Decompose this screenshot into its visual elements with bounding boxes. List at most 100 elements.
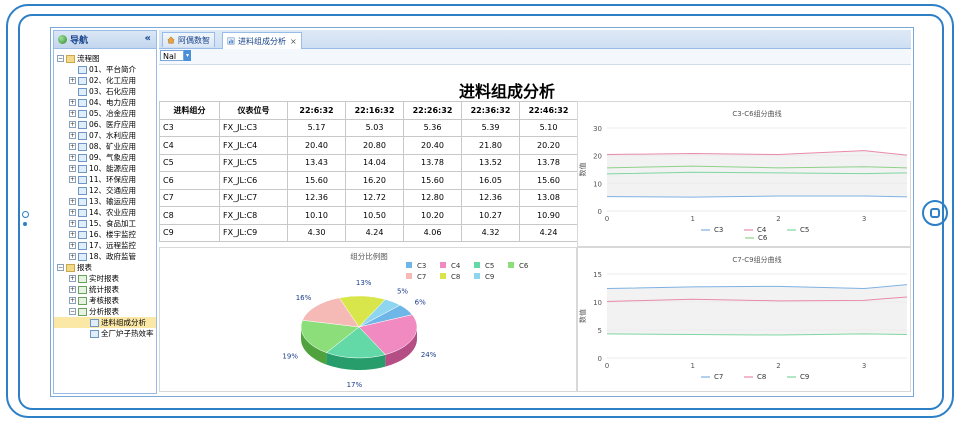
folder-icon (66, 54, 75, 63)
y-tick-label: 10 (593, 299, 602, 307)
expand-toggle-icon[interactable]: + (69, 110, 76, 117)
tree-node[interactable]: 03、石化应用 (54, 86, 156, 97)
table-cell: C8 (159, 206, 220, 225)
expand-toggle-icon[interactable]: + (69, 198, 76, 205)
tree-node[interactable]: 进料组成分析 (54, 317, 156, 328)
report-area: 进料组成分析 进料组分 仪表位号 22:6:32 22:16:32 22:26:… (159, 65, 911, 392)
expand-toggle-icon[interactable]: + (69, 143, 76, 150)
close-icon[interactable]: × (290, 37, 297, 46)
tree-node-label: 15、食品加工 (89, 219, 137, 228)
chart-icon (78, 98, 87, 107)
tree-node[interactable]: + 考核报表 (54, 295, 156, 306)
tree-node-label: 17、远程监控 (89, 241, 137, 250)
report-title: 进料组成分析 (459, 82, 556, 101)
tree-node[interactable]: + 实时报表 (54, 273, 156, 284)
tree-node[interactable]: +10、能源应用 (54, 163, 156, 174)
table-cell: 21.80 (461, 136, 520, 155)
tree-node[interactable]: +15、食品加工 (54, 218, 156, 229)
tree-node-label: 08、矿业应用 (89, 142, 137, 151)
series-band (607, 284, 907, 336)
expand-toggle-icon[interactable]: + (69, 286, 76, 293)
expand-toggle-icon[interactable]: + (69, 242, 76, 249)
tree-node-label: 进料组成分析 (101, 318, 146, 327)
chart-icon (78, 65, 87, 74)
table-cell: 20.40 (403, 136, 462, 155)
table-cell: 10.50 (345, 206, 404, 225)
expand-toggle-icon[interactable]: + (69, 209, 76, 216)
pie-value-label: 16% (296, 294, 312, 302)
report-icon (227, 37, 235, 45)
x-tick-label: 2 (776, 215, 780, 223)
table-cell: FX_JL:C9 (219, 223, 288, 242)
expand-toggle-icon[interactable]: + (69, 253, 76, 260)
tree-node[interactable]: − 报表 (54, 262, 156, 273)
expand-toggle-icon[interactable]: + (69, 154, 76, 161)
table-cell: 12.80 (403, 188, 462, 207)
home-icon (167, 36, 175, 44)
tree-node[interactable]: +18、政府监管 (54, 251, 156, 262)
feed-composition-table: 进料组分 仪表位号 22:6:32 22:16:32 22:26:32 22:3… (159, 101, 578, 242)
x-tick-label: 0 (605, 362, 609, 370)
table-cell: 4.06 (403, 223, 462, 242)
tree-node[interactable]: +04、电力应用 (54, 97, 156, 108)
tree-node[interactable]: +08、矿业应用 (54, 141, 156, 152)
tab-feed-analysis[interactable]: 进料组成分析 × (222, 32, 302, 49)
expand-toggle-icon[interactable]: + (69, 275, 76, 282)
format-select[interactable]: Nal (160, 50, 184, 61)
tree-node[interactable]: +05、冶金应用 (54, 108, 156, 119)
table-row: C5 FX_JL:C5 13.43 14.04 13.78 13.52 13.78 (159, 153, 578, 172)
home-button-icon[interactable] (922, 200, 948, 226)
tree-node-label: 11、环保应用 (89, 175, 137, 184)
tree-node[interactable]: +11、环保应用 (54, 174, 156, 185)
tree-node[interactable]: 01、平台简介 (54, 64, 156, 75)
tree-node[interactable]: +17、远程监控 (54, 240, 156, 251)
collapse-toggle-icon[interactable]: − (57, 55, 64, 62)
table-cell: FX_JL:C4 (219, 136, 288, 155)
expand-toggle-icon[interactable]: + (69, 132, 76, 139)
tree-node[interactable]: +09、气象应用 (54, 152, 156, 163)
collapse-toggle-icon[interactable]: − (57, 264, 64, 271)
x-tick-label: 1 (690, 215, 694, 223)
chevron-down-icon[interactable]: ▾ (184, 50, 191, 61)
tree-node[interactable]: +07、水利应用 (54, 130, 156, 141)
expand-toggle-icon[interactable]: + (69, 220, 76, 227)
tree-node[interactable]: +16、楼宇监控 (54, 229, 156, 240)
chart-icon (78, 197, 87, 206)
y-tick-label: 30 (593, 125, 602, 133)
expand-toggle-icon[interactable]: + (69, 176, 76, 183)
expand-toggle-icon[interactable]: + (69, 231, 76, 238)
tree-node[interactable]: +14、农业应用 (54, 207, 156, 218)
collapse-icon[interactable]: « (145, 33, 151, 44)
tree-node[interactable]: − 流程图 (54, 53, 156, 64)
tree-node[interactable]: − 分析报表 (54, 306, 156, 317)
table-row: C4 FX_JL:C4 20.40 20.80 20.40 21.80 20.20 (159, 136, 578, 155)
pie-value-label: 5% (397, 288, 408, 296)
collapse-toggle-icon[interactable]: − (69, 308, 76, 315)
tree-node[interactable]: +13、输运应用 (54, 196, 156, 207)
expand-toggle-icon[interactable]: + (69, 99, 76, 106)
tree-node[interactable]: +06、医疗应用 (54, 119, 156, 130)
tab-home[interactable]: 阿偶数智 (162, 32, 215, 47)
tree-node[interactable]: +02、化工应用 (54, 75, 156, 86)
table-cell: 20.80 (345, 136, 404, 155)
chart-icon (78, 241, 87, 250)
table-cell: 5.39 (461, 118, 520, 137)
chart-icon (78, 142, 87, 151)
expand-toggle-icon[interactable]: + (69, 121, 76, 128)
tree-node[interactable]: 12、交通应用 (54, 185, 156, 196)
expand-toggle-icon[interactable]: + (69, 77, 76, 84)
chart-icon (78, 109, 87, 118)
table-cell: 12.36 (461, 188, 520, 207)
tree-node[interactable]: + 统计报表 (54, 284, 156, 295)
tree-node-label: 02、化工应用 (89, 76, 137, 85)
tree-node[interactable]: 全厂炉子热效率 (54, 328, 156, 339)
expand-toggle-icon[interactable]: + (69, 297, 76, 304)
table-cell: 4.32 (461, 223, 520, 242)
line-chart-c7-c9: C7-C9组分曲线 0 5 10 15 0 1 2 3 数值 C7 C8 C9 (578, 255, 908, 381)
table-cell: 10.27 (461, 206, 520, 225)
legend-label: C3 (417, 262, 426, 270)
table-cell: 13.78 (403, 153, 462, 172)
column-header: 22:46:32 (519, 101, 578, 120)
expand-toggle-icon[interactable]: + (69, 165, 76, 172)
y-tick-label: 0 (598, 355, 602, 363)
